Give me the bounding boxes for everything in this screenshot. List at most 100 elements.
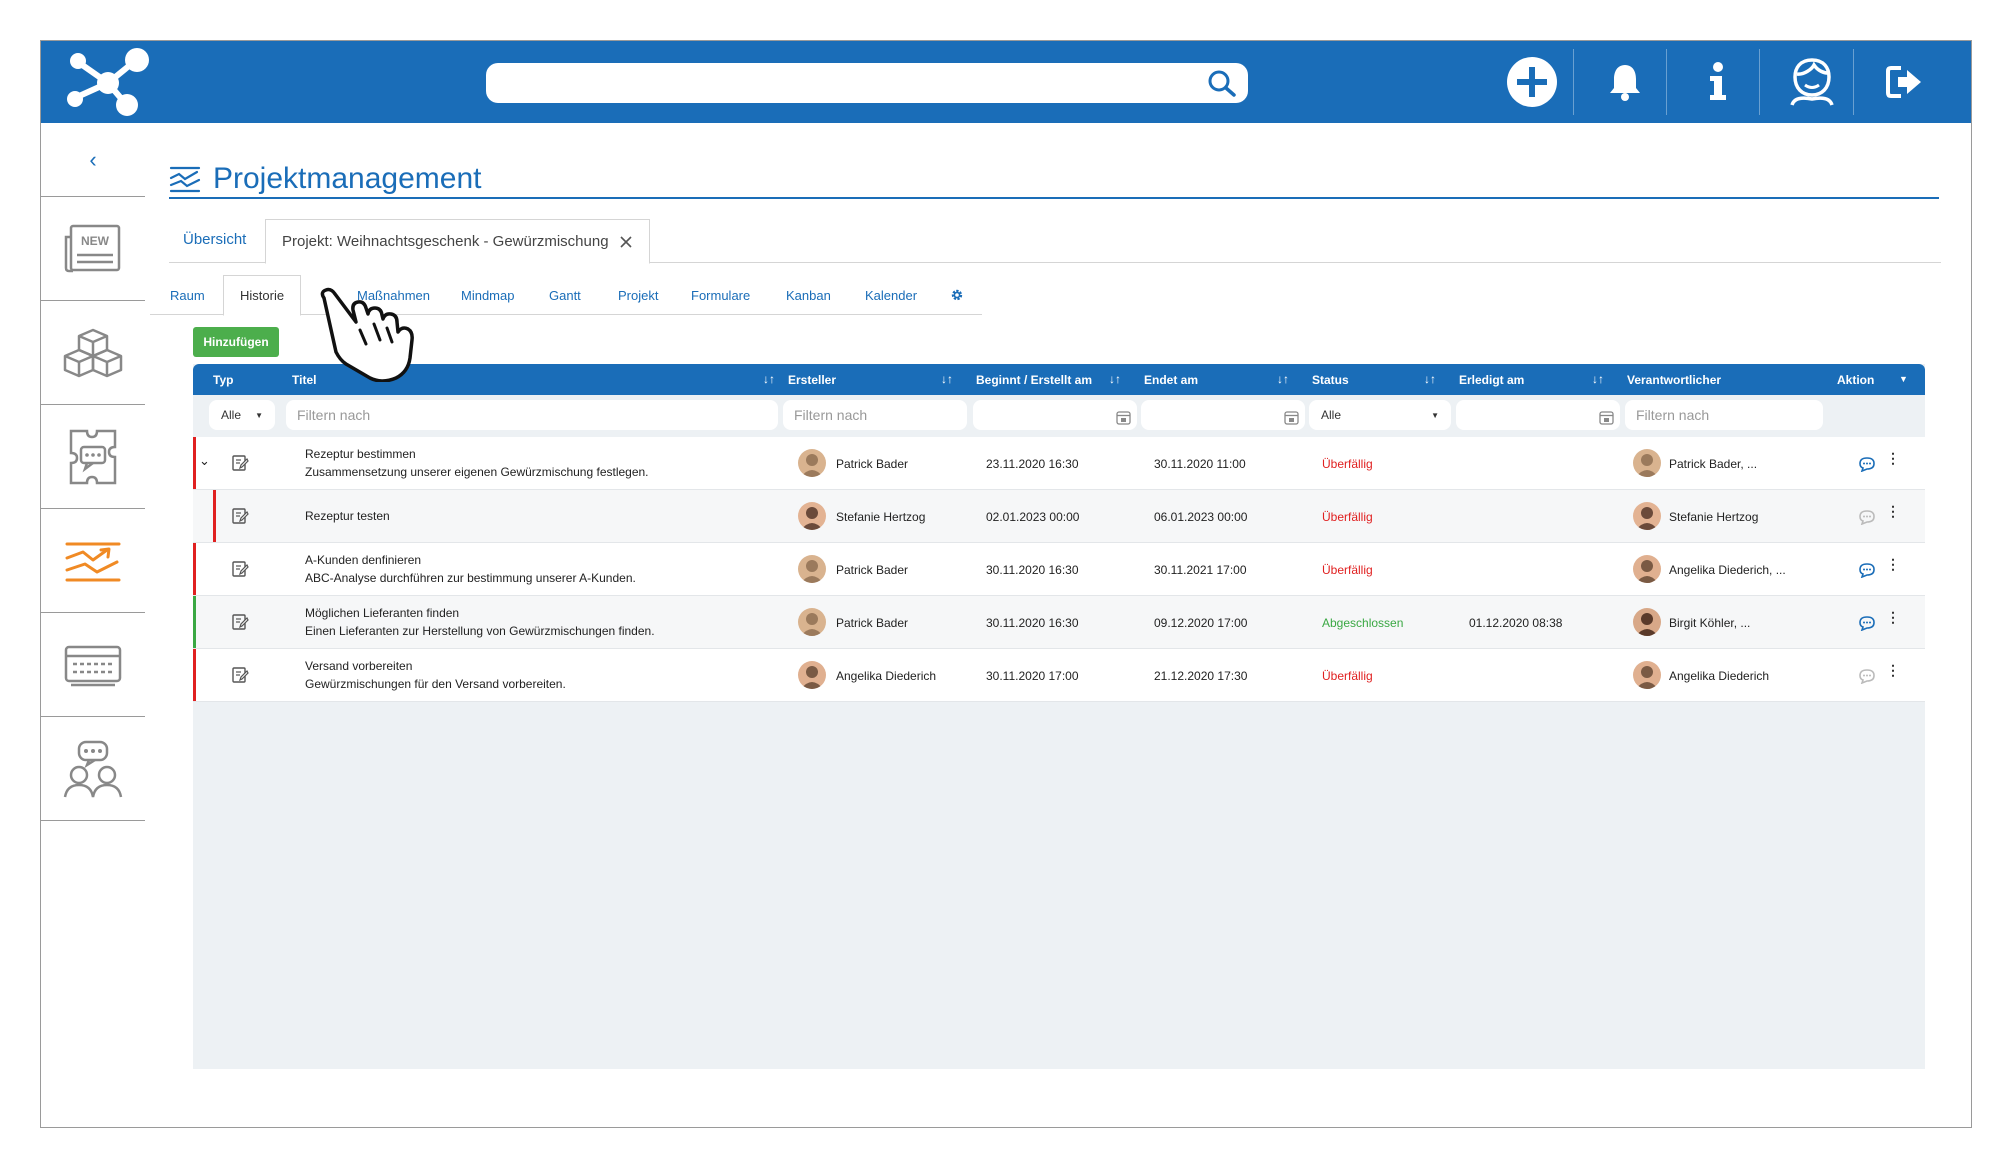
table-row[interactable]: Rezeptur testen Stefanie Hertzog 02.01.2… xyxy=(193,490,1925,543)
row-title-block[interactable]: Versand vorbereiten Gewürzmischungen für… xyxy=(305,659,566,691)
sort-icon[interactable]: ↓↑ xyxy=(763,372,775,386)
row-responsible: Patrick Bader, ... xyxy=(1669,457,1758,471)
add-button[interactable]: Hinzufügen xyxy=(193,327,279,357)
filter-verantwortlicher-input[interactable]: Filtern nach xyxy=(1625,400,1823,430)
tab-mindmap[interactable]: Mindmap xyxy=(461,275,514,315)
row-responsible: Angelika Diederich xyxy=(1669,669,1770,683)
status-indicator-bar xyxy=(193,437,196,489)
comment-icon[interactable] xyxy=(1858,615,1876,631)
plus-circle-icon[interactable] xyxy=(1501,51,1563,113)
user-avatar-icon[interactable] xyxy=(1781,51,1843,113)
col-header-titel[interactable]: Titel xyxy=(292,373,316,387)
search-input[interactable] xyxy=(498,69,1178,97)
filter-status-select[interactable]: Alle ▼ xyxy=(1309,400,1451,430)
tab-project[interactable]: Projekt: Weihnachtsgeschenk - Gewürzmisc… xyxy=(265,219,650,264)
gear-icon[interactable] xyxy=(950,275,964,315)
filter-beginnt-date[interactable] xyxy=(973,400,1137,430)
info-icon[interactable] xyxy=(1687,51,1749,113)
puzzle-chat-icon xyxy=(69,429,117,484)
logo-network-icon[interactable] xyxy=(63,47,149,117)
col-header-aktion[interactable]: Aktion xyxy=(1837,373,1874,387)
keyboard-board-icon xyxy=(64,645,122,686)
more-options-icon[interactable]: ⋮ xyxy=(1886,610,1900,624)
search-icon[interactable] xyxy=(1206,68,1238,98)
sort-icon[interactable]: ↓↑ xyxy=(1592,372,1604,386)
more-options-icon[interactable]: ⋮ xyxy=(1886,451,1900,465)
row-subtitle: Gewürzmischungen für den Versand vorbere… xyxy=(305,677,566,691)
comment-icon[interactable] xyxy=(1858,668,1876,684)
row-title: Versand vorbereiten xyxy=(305,659,413,673)
tab-formulare[interactable]: Formulare xyxy=(691,275,750,315)
calendar-icon[interactable] xyxy=(1116,410,1131,425)
avatar xyxy=(1633,555,1661,583)
sidebar-item-modules[interactable] xyxy=(41,301,145,405)
comment-icon[interactable] xyxy=(1858,456,1876,472)
filter-erledigt-date[interactable] xyxy=(1456,400,1620,430)
comment-icon[interactable] xyxy=(1858,562,1876,578)
row-title-block[interactable]: A-Kunden denfinieren ABC-Analyse durchfü… xyxy=(305,553,636,585)
filter-endet-date[interactable] xyxy=(1141,400,1305,430)
sidebar-item-knowledge[interactable] xyxy=(41,405,145,509)
avatar xyxy=(798,555,826,583)
table-row[interactable]: A-Kunden denfinieren ABC-Analyse durchfü… xyxy=(193,543,1925,596)
sidebar-collapse-button[interactable]: ‹ xyxy=(41,123,145,197)
sort-icon[interactable]: ↓↑ xyxy=(1277,372,1289,386)
filter-ersteller-input[interactable]: Filtern nach xyxy=(783,400,967,430)
sidebar-item-community[interactable] xyxy=(41,717,145,821)
table-row[interactable]: ⌄ Rezeptur bestimmen Zusammensetzung uns… xyxy=(193,437,1925,490)
more-options-icon[interactable]: ⋮ xyxy=(1886,557,1900,571)
more-options-icon[interactable]: ⋮ xyxy=(1886,504,1900,518)
col-header-beginnt[interactable]: Beginnt / Erstellt am xyxy=(976,373,1092,387)
more-options-icon[interactable]: ⋮ xyxy=(1886,663,1900,677)
tab-overview[interactable]: Übersicht xyxy=(183,231,246,248)
filter-row: Alle ▼ Filtern nach Filtern nach Alle ▼ … xyxy=(193,395,1925,437)
sort-icon[interactable]: ↓↑ xyxy=(941,372,953,386)
grid-header: Typ Titel ↓↑ Ersteller ↓↑ Beginnt / Erst… xyxy=(193,364,1925,395)
row-title-block[interactable]: Rezeptur bestimmen Zusammensetzung unser… xyxy=(305,447,649,479)
sidebar-item-news[interactable]: NEW xyxy=(41,197,145,301)
filter-typ-value: Alle xyxy=(221,408,242,422)
tab-projekt[interactable]: Projekt xyxy=(618,275,658,315)
col-header-typ[interactable]: Typ xyxy=(213,373,233,387)
sidebar-item-board[interactable] xyxy=(41,613,145,717)
col-header-erledigt[interactable]: Erledigt am xyxy=(1459,373,1524,387)
row-title-block[interactable]: Rezeptur testen xyxy=(305,509,390,523)
search-box[interactable] xyxy=(486,63,1248,103)
task-edit-icon xyxy=(232,561,249,577)
chevron-down-icon[interactable]: ⌄ xyxy=(199,453,210,469)
row-creator: Patrick Bader xyxy=(836,457,909,471)
close-icon[interactable] xyxy=(619,235,633,249)
tab-raum[interactable]: Raum xyxy=(170,275,205,315)
table-row[interactable]: Versand vorbereiten Gewürzmischungen für… xyxy=(193,649,1925,702)
col-header-verantwortlicher[interactable]: Verantwortlicher xyxy=(1627,373,1721,387)
status-badge: Abgeschlossen xyxy=(1322,616,1404,630)
col-header-status[interactable]: Status xyxy=(1312,373,1349,387)
task-edit-icon xyxy=(232,508,249,524)
comment-icon[interactable] xyxy=(1858,509,1876,525)
calendar-icon[interactable] xyxy=(1284,410,1299,425)
row-end-date: 30.11.2020 11:00 xyxy=(1154,457,1246,471)
calendar-icon[interactable] xyxy=(1599,410,1614,425)
logout-icon[interactable] xyxy=(1874,51,1936,113)
sidebar-item-projects[interactable] xyxy=(41,509,145,613)
tab-historie[interactable]: Historie xyxy=(223,275,302,316)
tab-kanban[interactable]: Kanban xyxy=(786,275,831,315)
caret-down-icon: ▼ xyxy=(1431,410,1439,420)
row-start-date: 02.01.2023 00:00 xyxy=(986,510,1080,524)
tab-kalender[interactable]: Kalender xyxy=(865,275,917,315)
avatar xyxy=(1633,449,1661,477)
sort-icon[interactable]: ↓↑ xyxy=(1424,372,1436,386)
row-title-block[interactable]: Möglichen Lieferanten finden Einen Liefe… xyxy=(305,606,655,638)
caret-down-icon[interactable]: ▼ xyxy=(1899,374,1908,384)
col-header-endet[interactable]: Endet am xyxy=(1144,373,1198,387)
table-row[interactable]: Möglichen Lieferanten finden Einen Liefe… xyxy=(193,596,1925,649)
tab-gantt[interactable]: Gantt xyxy=(549,275,581,315)
task-edit-icon xyxy=(232,455,249,471)
avatar xyxy=(1633,661,1661,689)
sort-icon[interactable]: ↓↑ xyxy=(1109,372,1121,386)
row-responsible: Angelika Diederich, ... xyxy=(1669,563,1786,577)
filter-titel-input[interactable]: Filtern nach xyxy=(286,400,778,430)
filter-typ-select[interactable]: Alle ▼ xyxy=(209,400,275,430)
col-header-ersteller[interactable]: Ersteller xyxy=(788,373,836,387)
bell-icon[interactable] xyxy=(1594,51,1656,113)
